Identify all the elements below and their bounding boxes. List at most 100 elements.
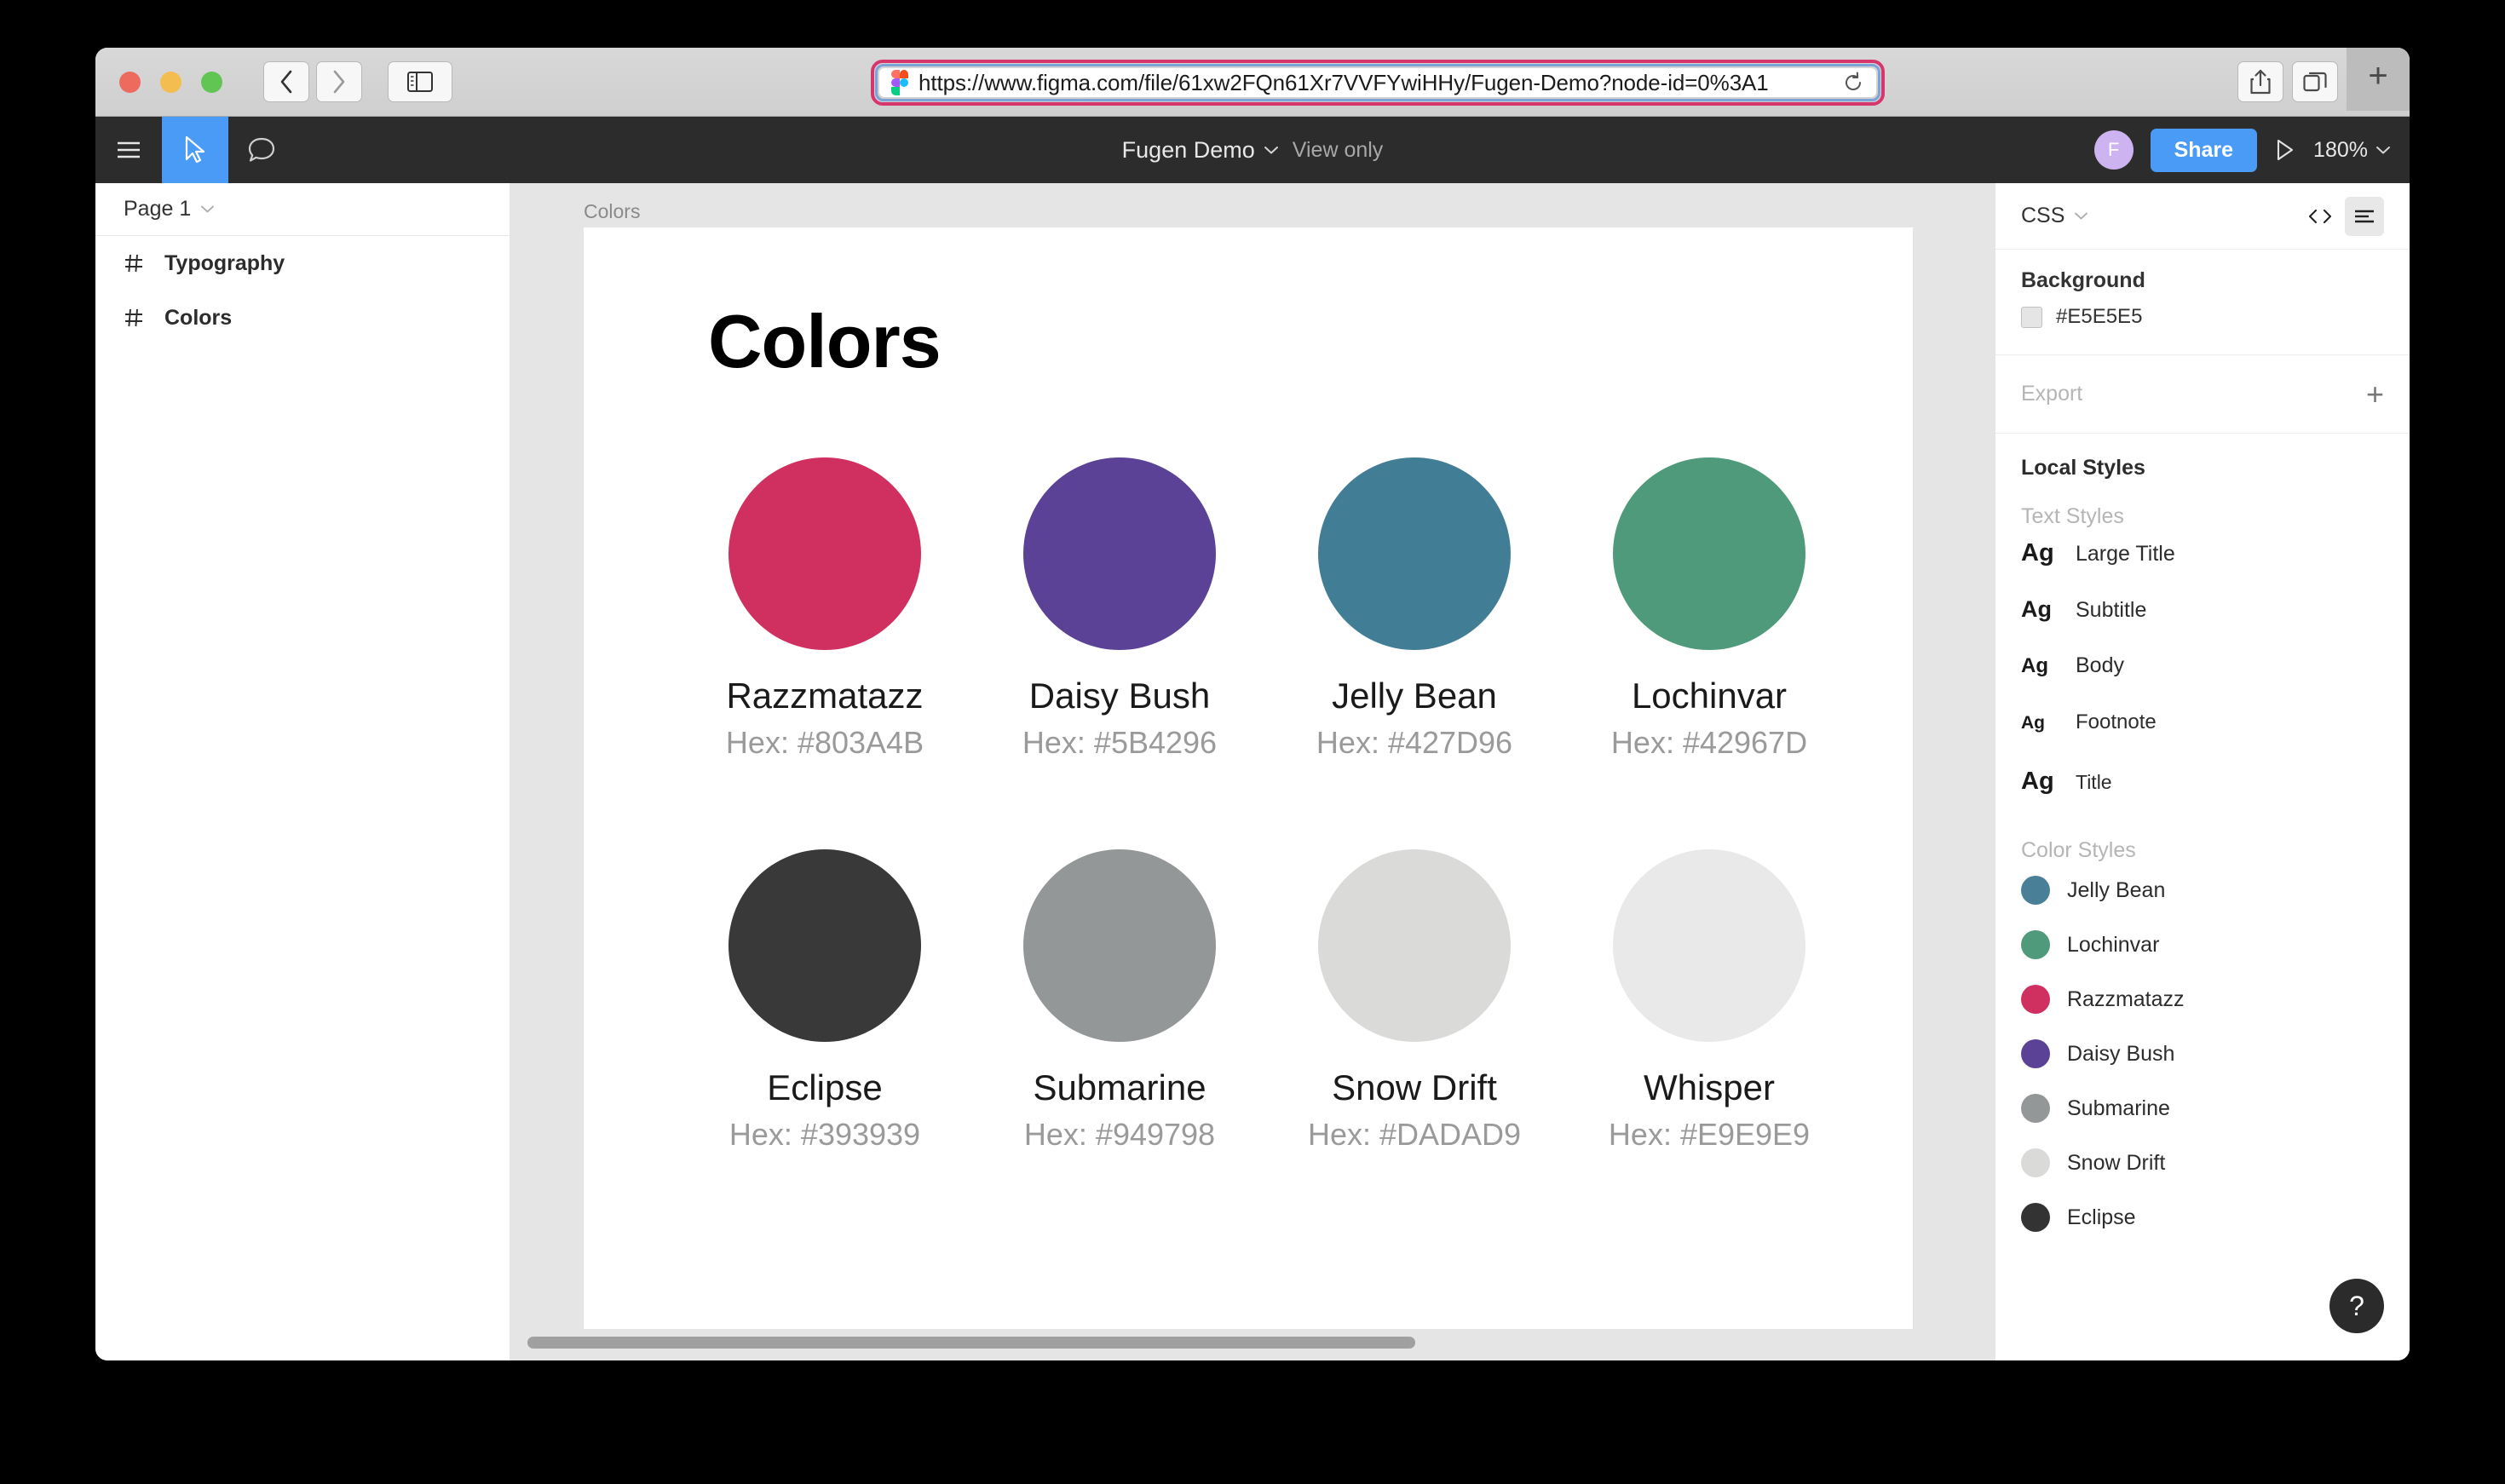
add-export-button[interactable]: + [2366, 378, 2384, 410]
forward-button[interactable] [316, 61, 362, 102]
color-style-row[interactable]: Razzmatazz [2021, 972, 2384, 1027]
maximize-window-button[interactable] [201, 71, 222, 93]
swatch-name: Eclipse [767, 1067, 883, 1107]
swatch-circle[interactable] [728, 849, 921, 1042]
color-swatch[interactable]: Snow Drift Hex: #DADAD9 [1267, 849, 1562, 1241]
sidebar-item-label: Colors [164, 305, 233, 330]
comment-tool-button[interactable] [228, 117, 295, 183]
share-button[interactable]: Share [2150, 128, 2258, 172]
reload-icon[interactable] [1842, 72, 1864, 94]
chevron-down-icon[interactable] [1264, 145, 1279, 155]
inspect-panel: CSS Background #E5E5E5 Export + Local St… [1995, 183, 2410, 1360]
sidebar-item-typography[interactable]: Typography [95, 236, 510, 290]
swatch-name: Snow Drift [1332, 1067, 1497, 1107]
minimize-window-button[interactable] [160, 71, 181, 93]
address-bar[interactable]: https://www.figma.com/file/61xw2FQn61Xr7… [879, 68, 1876, 97]
swatch-circle[interactable] [1023, 849, 1216, 1042]
background-section: Background #E5E5E5 [1995, 250, 2410, 355]
chevron-right-icon [333, 70, 345, 94]
url-text[interactable]: https://www.figma.com/file/61xw2FQn61Xr7… [918, 70, 1832, 96]
color-swatch[interactable]: Submarine Hex: #949798 [972, 849, 1267, 1241]
comment-bubble-icon [248, 137, 275, 162]
text-style-row[interactable]: Ag Footnote [2021, 700, 2384, 757]
color-swatch[interactable]: Razzmatazz Hex: #803A4B [677, 457, 972, 849]
color-style-row[interactable]: Snow Drift [2021, 1136, 2384, 1190]
color-swatch[interactable]: Eclipse Hex: #393939 [677, 849, 972, 1241]
color-swatch[interactable]: Whisper Hex: #E9E9E9 [1562, 849, 1857, 1241]
tab-overview-button[interactable] [2292, 61, 2338, 102]
color-style-row[interactable]: Submarine [2021, 1081, 2384, 1136]
zoom-level-label: 180% [2313, 137, 2368, 162]
color-swatch[interactable]: Daisy Bush Hex: #5B4296 [972, 457, 1267, 849]
text-style-row[interactable]: Ag Body [2021, 643, 2384, 700]
list-view-button[interactable] [2345, 196, 2384, 236]
code-language-select[interactable]: CSS [2021, 204, 2088, 228]
colors-frame[interactable]: Colors Razzmatazz Hex: #803A4B Daisy Bush H… [584, 227, 1913, 1329]
text-style-name: Title [2076, 771, 2112, 793]
color-style-row[interactable]: Eclipse [2021, 1190, 2384, 1245]
main-menu-button[interactable] [95, 117, 162, 183]
color-style-row[interactable]: Jelly Bean [2021, 863, 2384, 917]
text-style-sample: Ag [2021, 768, 2054, 795]
text-style-sample: Ag [2021, 539, 2054, 567]
page-selector[interactable]: Page 1 [95, 183, 510, 236]
avatar[interactable]: F [2093, 130, 2134, 170]
code-view-button[interactable] [2301, 197, 2340, 236]
swatch-circle[interactable] [1613, 457, 1805, 650]
text-styles-list: Ag Large Title Ag Subtitle Ag Body Ag Footnote A… [2021, 529, 2384, 814]
color-style-row[interactable]: Lochinvar [2021, 917, 2384, 972]
frame-label[interactable]: Colors [584, 200, 640, 223]
swatch-hex: Hex: #949798 [1023, 1117, 1216, 1152]
chevron-down-icon [2075, 212, 2088, 220]
inspect-panel-header: CSS [1995, 183, 2410, 250]
swatch-hex: Hex: #803A4B [725, 725, 924, 760]
sidebar-item-colors[interactable]: Colors [95, 290, 510, 345]
swatch-name: Razzmatazz [726, 676, 924, 716]
color-style-swatch [2021, 1148, 2050, 1177]
color-styles-list: Jelly Bean Lochinvar Razzmatazz Daisy Bush S… [2021, 863, 2384, 1245]
text-styles-title: Text Styles [2021, 504, 2124, 528]
color-style-swatch [2021, 930, 2050, 959]
color-style-row[interactable]: Daisy Bush [2021, 1027, 2384, 1081]
text-style-name: Large Title [2076, 542, 2175, 566]
background-hex-label: #E5E5E5 [2056, 305, 2143, 328]
figma-favicon-icon [891, 70, 908, 95]
zoom-control[interactable]: 180% [2313, 138, 2391, 163]
swatch-name: Lochinvar [1631, 676, 1788, 716]
close-window-button[interactable] [119, 71, 141, 93]
share-page-button[interactable] [2237, 61, 2283, 102]
view-mode-label: View only [1292, 137, 1384, 162]
page-name-label: Page 1 [124, 197, 192, 221]
swatch-circle[interactable] [1318, 457, 1511, 650]
text-style-row[interactable]: Ag Subtitle [2021, 586, 2384, 643]
swatch-circle[interactable] [1023, 457, 1216, 650]
swatch-circle[interactable] [1613, 849, 1805, 1042]
swatch-hex: Hex: #42967D [1610, 725, 1808, 760]
play-present-icon[interactable] [2274, 138, 2296, 162]
back-button[interactable] [263, 61, 309, 102]
design-canvas[interactable]: Colors Colors Razzmatazz Hex: #803A4B Dais… [510, 183, 1995, 1360]
text-style-row[interactable]: Ag Large Title [2021, 529, 2384, 586]
color-style-name: Razzmatazz [2067, 986, 2185, 1011]
new-tab-button[interactable]: + [2347, 48, 2410, 111]
file-title[interactable]: Fugen Demo [1122, 137, 1255, 164]
background-color-chip[interactable] [2021, 306, 2042, 328]
address-bar-container: https://www.figma.com/file/61xw2FQn61Xr7… [871, 60, 1885, 106]
help-button[interactable]: ? [2329, 1279, 2384, 1333]
background-value-row[interactable]: #E5E5E5 [2021, 305, 2384, 329]
swatch-circle[interactable] [728, 457, 921, 650]
toolbar-right-group: F Share 180% [2093, 128, 2391, 172]
cursor-tool-button[interactable] [162, 117, 228, 183]
chevron-left-icon [280, 70, 292, 94]
share-icon [2250, 69, 2271, 95]
swatch-name: Whisper [1643, 1067, 1776, 1107]
local-styles-title: Local Styles [2021, 456, 2145, 480]
text-style-row[interactable]: Ag Title [2021, 757, 2384, 814]
horizontal-scrollbar[interactable] [527, 1337, 1415, 1349]
swatch-circle[interactable] [1318, 849, 1511, 1042]
sidebar-toggle-button[interactable] [388, 61, 452, 102]
color-swatch[interactable]: Lochinvar Hex: #42967D [1562, 457, 1857, 849]
code-brackets-icon [2308, 209, 2332, 223]
color-swatch[interactable]: Jelly Bean Hex: #427D96 [1267, 457, 1562, 849]
frame-hash-icon [125, 308, 142, 327]
